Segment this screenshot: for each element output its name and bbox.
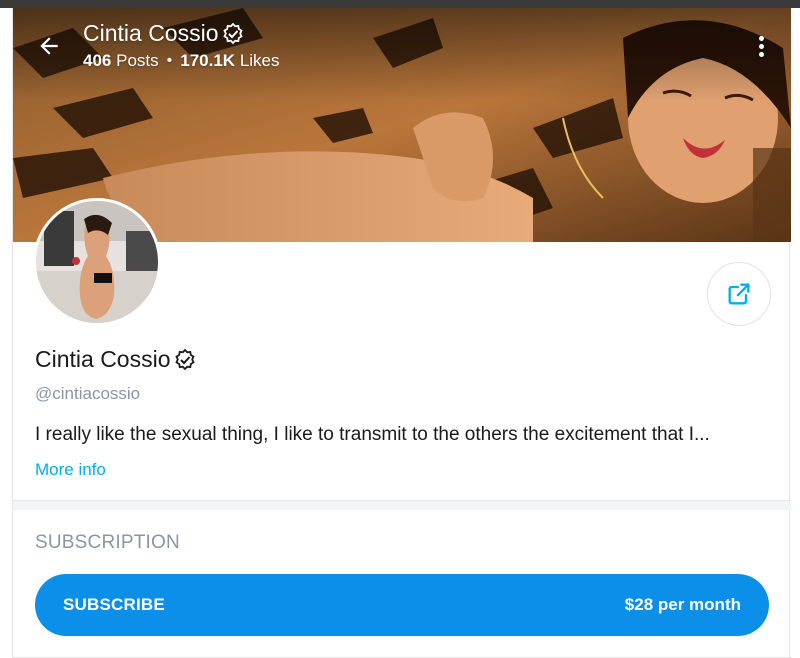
more-options-button[interactable]: [749, 32, 773, 60]
likes-count: 170.1K: [180, 51, 236, 70]
profile-name-row: Cintia Cossio: [35, 346, 197, 373]
posts-count: 406: [83, 51, 112, 70]
more-vertical-icon-dot: [758, 43, 764, 49]
more-vertical-icon-dot: [758, 51, 764, 57]
posts-label: Posts: [116, 51, 159, 70]
profile-name: Cintia Cossio: [35, 346, 171, 372]
profile-handle: @cintiacossio: [35, 384, 141, 403]
browser-top-strip: [0, 0, 800, 8]
verified-badge-icon: [222, 22, 243, 44]
subscription-price: $28 per month: [624, 595, 741, 614]
subscription-section-title: SUBSCRIPTION: [35, 532, 180, 553]
more-vertical-icon-dot: [758, 35, 764, 41]
cover-name-row: Cintia Cossio: [83, 20, 280, 47]
cover-header-bar: Cintia Cossio 406 Posts • 170.1K Likes: [13, 8, 791, 88]
posts-stat[interactable]: 406 Posts: [83, 51, 159, 71]
stats-separator: •: [166, 52, 173, 69]
share-icon: [728, 283, 750, 305]
section-divider: [13, 500, 791, 510]
share-button[interactable]: [707, 262, 771, 326]
avatar-image: [36, 201, 158, 323]
profile-card: Cintia Cossio 406 Posts • 170.1K Likes C…: [12, 8, 791, 658]
likes-stat: 170.1K Likes: [180, 51, 279, 71]
arrow-left-icon: [40, 37, 58, 55]
avatar[interactable]: [33, 198, 161, 326]
verified-badge-icon: [174, 348, 195, 370]
profile-bio: I really like the sexual thing, I like t…: [35, 424, 710, 445]
likes-label: Likes: [239, 51, 280, 70]
subscribe-button[interactable]: SUBSCRIBE $28 per month: [35, 574, 769, 636]
more-info-link[interactable]: More info: [35, 460, 106, 480]
back-button[interactable]: [33, 30, 65, 62]
cover-title: Cintia Cossio 406 Posts • 170.1K Likes: [83, 20, 280, 71]
cover-display-name: Cintia Cossio: [83, 20, 219, 46]
profile-stats: 406 Posts • 170.1K Likes: [83, 51, 280, 71]
subscribe-button-label: SUBSCRIBE: [63, 595, 165, 614]
